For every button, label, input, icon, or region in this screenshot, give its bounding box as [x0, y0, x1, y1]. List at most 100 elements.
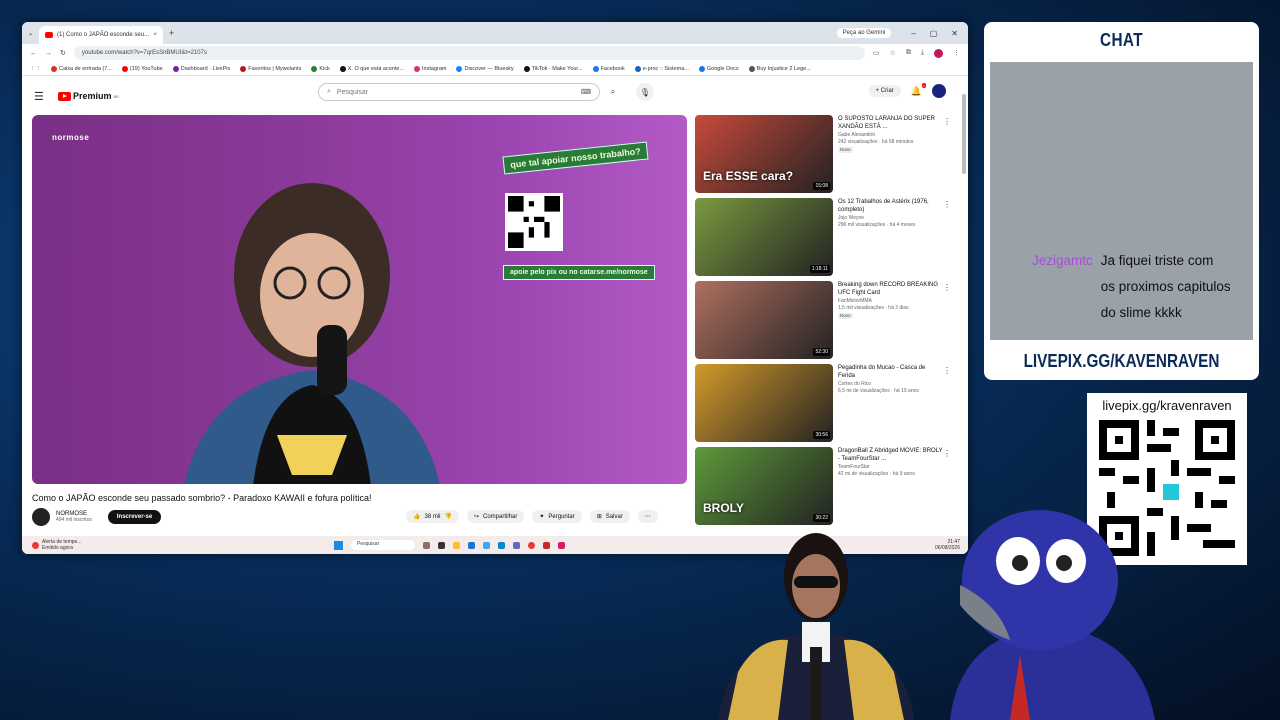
- video-duration: 30:22: [813, 514, 830, 522]
- discord-icon[interactable]: [513, 541, 520, 549]
- bookmark-item[interactable]: (19) YouTube: [121, 65, 163, 72]
- qr-label: livepix.gg/kravenraven: [1102, 398, 1232, 413]
- close-window-icon[interactable]: ✕: [951, 29, 958, 38]
- taskbar-app-icon[interactable]: [423, 541, 430, 549]
- tab-close-icon[interactable]: ×: [154, 32, 158, 38]
- task-view-icon[interactable]: [438, 541, 445, 549]
- tab-list-chevron-icon[interactable]: ⌄: [28, 30, 33, 37]
- back-icon[interactable]: ←: [30, 50, 37, 57]
- extensions-icon[interactable]: ⧉: [906, 49, 911, 58]
- downloads-icon[interactable]: ⤓: [921, 49, 924, 58]
- bookmark-item[interactable]: TikTok - Make Your...: [523, 65, 583, 72]
- taskbar-app-icon[interactable]: [543, 541, 550, 549]
- hamburger-menu-icon[interactable]: ☰: [34, 90, 48, 103]
- taskbar-app-icon[interactable]: [498, 541, 505, 549]
- bookmark-label: Buy Injustice 2 Lege...: [756, 65, 811, 72]
- create-button[interactable]: + Criar: [868, 85, 901, 97]
- page-scrollbar[interactable]: [962, 94, 966, 174]
- profile-avatar[interactable]: [934, 48, 943, 58]
- taskbar-app-icon[interactable]: [483, 541, 490, 549]
- browser-menu-icon[interactable]: ⋮: [953, 49, 960, 58]
- video-actions: 👍 38 mil 👎 ↪ Compartilhar ✦ Perguntar ⊞ Salva…: [406, 510, 658, 523]
- new-tab-icon[interactable]: +: [169, 28, 174, 38]
- minimize-icon[interactable]: –: [911, 29, 915, 38]
- apps-grid-icon[interactable]: ⋮⋮: [30, 66, 41, 72]
- bookmark-item[interactable]: Discover — Bluesky: [456, 65, 514, 72]
- forward-icon[interactable]: →: [45, 50, 52, 57]
- taskbar-search[interactable]: Pesquisar: [351, 540, 415, 550]
- gemini-button[interactable]: Peça ao Gemini: [836, 28, 892, 38]
- recommended-video[interactable]: Era ESSE cara? 15:08 O SUPOSTO LARANJA DO …: [695, 115, 955, 194]
- file-explorer-icon[interactable]: [453, 541, 460, 549]
- bookmark-favicon-icon: [523, 65, 530, 72]
- bookmark-item[interactable]: Dashboard · LivePix: [172, 65, 230, 72]
- bookmark-favicon-icon: [51, 65, 57, 72]
- like-button[interactable]: 👍 38 mil 👎: [406, 510, 459, 523]
- video-watermark: normose: [52, 133, 90, 142]
- bookmark-item[interactable]: Facebook: [592, 65, 625, 72]
- search-button[interactable]: ⌕: [604, 83, 622, 101]
- recommended-video[interactable]: 52:30 Breaking down RECORD BREAKING UFC F…: [695, 281, 955, 360]
- tab-active[interactable]: (1) Como o JAPÃO esconde seu... ×: [39, 26, 164, 44]
- bookmark-item[interactable]: e-proc :: Sistema...: [634, 65, 689, 72]
- chat-message: Jezigamtc Ja fiquei triste com os proxim…: [1032, 248, 1231, 326]
- account-avatar[interactable]: [932, 84, 946, 98]
- chat-username: Jezigamtc: [1032, 253, 1093, 268]
- recommended-meta: 1,5 mil visualizações · há 2 dias: [838, 304, 909, 311]
- url-field[interactable]: youtube.com/watch?v=7qrEsSnBMUI&t=2107s: [73, 46, 865, 60]
- bookmark-label: Google Docs: [706, 65, 739, 72]
- bookmark-item[interactable]: Buy Injustice 2 Lege...: [748, 65, 811, 72]
- recommended-video[interactable]: 30:56 Pegadinha do Mucao - Casca de Ferid…: [695, 364, 955, 443]
- recommended-video[interactable]: BROLY 30:22 DragonBall Z Abridged MOVIE: B…: [695, 447, 955, 526]
- maximize-icon[interactable]: ▢: [930, 29, 938, 38]
- ask-button[interactable]: ✦ Perguntar: [532, 510, 582, 523]
- bookmark-star-icon[interactable]: ☆: [890, 49, 896, 58]
- video-player[interactable]: normose que tal apoiar nosso trabalho? a…: [32, 115, 687, 484]
- keyboard-icon[interactable]: ⌨: [581, 88, 591, 96]
- more-options-icon[interactable]: ⋮: [943, 117, 951, 126]
- bookmark-item[interactable]: Favoritos | Mywolants: [240, 65, 301, 72]
- bookmark-item[interactable]: Caixa de entrada (7...: [51, 65, 112, 72]
- more-actions-button[interactable]: ⋯: [637, 510, 658, 523]
- weather-alert[interactable]: Alerta de tempe... Emitido agora: [32, 539, 81, 551]
- bookmark-label: Discover — Bluesky: [464, 65, 514, 72]
- video-thumbnail[interactable]: 52:30: [695, 281, 833, 359]
- video-thumbnail[interactable]: BROLY 30:22: [695, 447, 833, 525]
- share-button[interactable]: ↪ Compartilhar: [466, 510, 525, 523]
- bookmark-item[interactable]: Kick: [311, 65, 330, 72]
- share-icon: ↪: [473, 514, 480, 520]
- video-thumbnail[interactable]: 30:56: [695, 364, 833, 442]
- search-input[interactable]: ⌕ Pesquisar ⌨: [318, 83, 600, 101]
- youtube-logo[interactable]: Premium BR: [58, 91, 119, 101]
- bookmark-label: Caixa de entrada (7...: [59, 65, 112, 72]
- bookmark-favicon-icon: [634, 65, 641, 72]
- more-options-icon[interactable]: ⋮: [943, 449, 951, 458]
- taskbar-app-icon[interactable]: [558, 541, 565, 549]
- video-info: Os 12 Trabalhos de Astérix (1976, comple…: [838, 198, 943, 277]
- video-info: Breaking down RECORD BREAKING UFC Fight …: [838, 281, 943, 360]
- notification-count: 1: [921, 82, 926, 88]
- recommended-video[interactable]: 1:18:11 Os 12 Trabalhos de Astérix (1976,…: [695, 198, 955, 277]
- bookmark-item[interactable]: Instagram: [414, 65, 446, 72]
- start-button-icon[interactable]: [334, 540, 343, 550]
- bookmark-favicon-icon: [698, 65, 705, 72]
- thumbs-down-icon[interactable]: 👎: [445, 513, 452, 520]
- bookmark-item[interactable]: X. O que está aconte...: [339, 65, 404, 72]
- notifications-bell-icon[interactable]: 🔔 1: [911, 82, 926, 97]
- video-thumbnail[interactable]: Era ESSE cara? 15:08: [695, 115, 833, 193]
- reload-icon[interactable]: ↻: [60, 49, 66, 57]
- more-options-icon[interactable]: ⋮: [943, 200, 951, 209]
- channel-avatar[interactable]: [32, 508, 50, 526]
- settings-icon[interactable]: [468, 541, 475, 549]
- bookmark-item[interactable]: Google Docs: [698, 65, 739, 72]
- more-options-icon[interactable]: ⋮: [943, 366, 951, 375]
- video-title: Como o JAPÃO esconde seu passado sombrio…: [32, 493, 372, 503]
- save-button[interactable]: ⊞ Salvar: [589, 510, 630, 523]
- more-options-icon[interactable]: ⋮: [943, 283, 951, 292]
- subscribe-button[interactable]: Inscrever-se: [107, 510, 162, 524]
- video-thumbnail[interactable]: 1:18:11: [695, 198, 833, 276]
- voice-search-button[interactable]: 🎙: [636, 83, 654, 101]
- cast-icon[interactable]: ▭: [873, 49, 880, 58]
- chrome-icon[interactable]: [528, 541, 535, 549]
- video-info: O SUPOSTO LARANJA DO SUPER XANDÃO ESTÁ .…: [838, 115, 943, 194]
